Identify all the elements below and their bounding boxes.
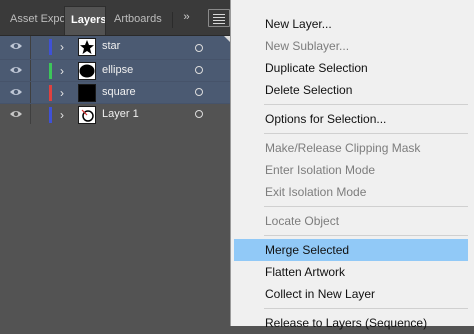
layer-name: Layer 1 [102,108,139,120]
layer-color-swatch [49,39,52,55]
layer-name: square [102,86,136,98]
menu-item-options-for-selection[interactable]: Options for Selection... [234,108,468,130]
layer-row-square[interactable]: › square [0,82,232,104]
chevron-right-icon[interactable]: › [60,39,70,55]
column-divider [30,104,31,125]
layer-row-star[interactable]: › star [0,36,232,60]
eye-icon[interactable] [9,65,23,75]
layer-name: star [102,40,121,52]
chevron-right-icon[interactable]: › [60,107,70,123]
menu-item-duplicate-selection[interactable]: Duplicate Selection [234,57,468,79]
column-divider [30,82,31,103]
menu-item-new-layer[interactable]: New Layer... [234,13,468,35]
menu-separator [264,235,468,236]
menu-separator [264,133,468,134]
menu-item-collect-in-new-layer[interactable]: Collect in New Layer [234,283,468,305]
layer-thumbnail [78,38,96,56]
layer-name: ellipse [102,64,134,76]
target-circle-icon[interactable] [195,44,203,52]
menu-item-release-to-layers-sequence[interactable]: Release to Layers (Sequence) [234,312,468,334]
menu-separator [264,206,468,207]
panel-menu-icon[interactable] [208,9,230,27]
square-icon [79,85,95,101]
layers-list: › star › ellipse › square › Layer 1 [0,36,232,126]
eye-icon[interactable] [9,109,23,119]
layer-thumbnail [78,84,96,102]
menu-separator [264,308,468,309]
menu-item-exit-isolation: Exit Isolation Mode [265,185,367,199]
layer-thumbnail [78,106,96,124]
menu-item-enter-isolation: Enter Isolation Mode [265,163,376,177]
menu-separator [264,104,468,105]
menu-item-merge-selected[interactable]: Merge Selected [234,239,468,261]
menu-item-locate-object: Locate Object [265,214,340,228]
target-circle-icon[interactable] [195,110,203,118]
column-divider [30,36,31,59]
layer-color-swatch [49,107,52,123]
layer-color-swatch [49,85,52,101]
layer-row-layer-1[interactable]: › Layer 1 [0,104,232,126]
layer-row-ellipse[interactable]: › ellipse [0,60,232,82]
eye-icon[interactable] [9,87,23,97]
layer-color-swatch [49,63,52,79]
layer-thumbnail [78,62,96,80]
tab-asset-export[interactable]: Asset Expo [4,6,64,35]
panel-tab-bar: Asset Expo Layers Artboards ›› [0,0,232,36]
tab-artboards[interactable]: Artboards [108,6,172,35]
target-circle-icon[interactable] [195,88,203,96]
layer-preview-icon [81,109,94,122]
chevron-right-icon[interactable]: › [60,63,70,79]
tab-divider [172,12,173,28]
ellipse-icon [79,64,95,78]
star-icon [80,40,94,54]
chevron-right-icon[interactable]: › [60,85,70,101]
menu-item-clipping-mask: Make/Release Clipping Mask [265,141,421,155]
menu-item-delete-selection[interactable]: Delete Selection [234,79,468,101]
target-circle-icon[interactable] [195,66,203,74]
menu-item-flatten-artwork[interactable]: Flatten Artwork [234,261,468,283]
menu-item-new-sublayer: New Sublayer... [265,39,350,53]
layers-empty-area [0,124,232,326]
panel-overflow-icon[interactable]: ›› [178,9,194,25]
tab-layers[interactable]: Layers [64,6,106,35]
eye-icon[interactable] [9,41,23,51]
column-divider [30,60,31,81]
layers-panel-flyout-menu: New Layer... New Sublayer... Duplicate S… [230,0,474,330]
